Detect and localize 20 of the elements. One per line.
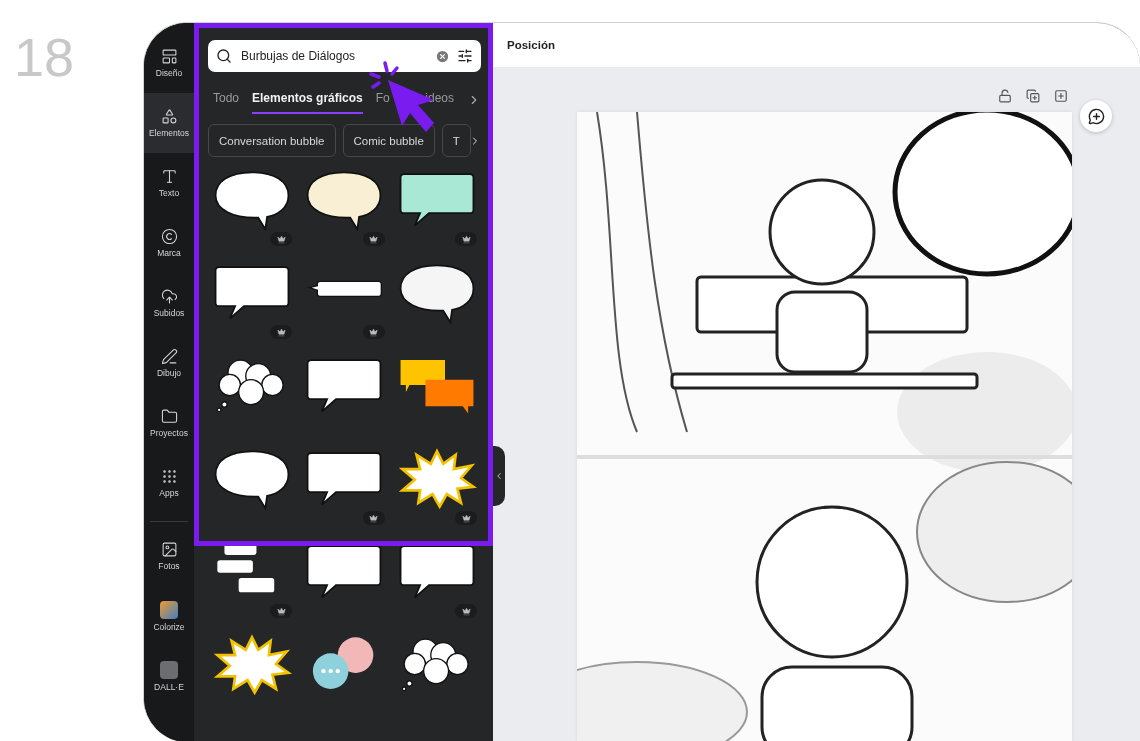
suggestion-chip[interactable]: Conversation bubble [208,124,336,157]
category-tab[interactable]: Todo [213,86,240,114]
sidebar-item[interactable]: Subidos [144,273,194,333]
search-input[interactable]: Burbujas de Diálogos [239,48,428,64]
sidebar-item[interactable]: Elementos [144,93,194,153]
sidebar-item[interactable]: Diseño [144,33,194,93]
toolbar-title: Posición [507,39,555,51]
sidebar-item[interactable]: Apps [144,453,194,513]
sidebar-item[interactable]: Colorize [144,586,194,646]
suggestion-chip[interactable]: T [441,124,471,157]
sidebar-item[interactable]: DALL·E [144,646,194,706]
suggestion-chip[interactable]: Comic bubble [342,124,435,157]
sidebar-item[interactable]: Fotos [144,526,194,586]
category-tab[interactable]: Elementos gráficos [252,86,363,114]
sidebar-item[interactable]: Marca [144,213,194,273]
sidebar-item[interactable]: Proyectos [144,393,194,453]
search-field[interactable]: Burbujas de Diálogos [208,40,481,72]
sidebar-item[interactable]: Dibujo [144,333,194,393]
sidebar-item[interactable]: Texto [144,153,194,213]
category-tab[interactable]: Fo [375,86,390,114]
